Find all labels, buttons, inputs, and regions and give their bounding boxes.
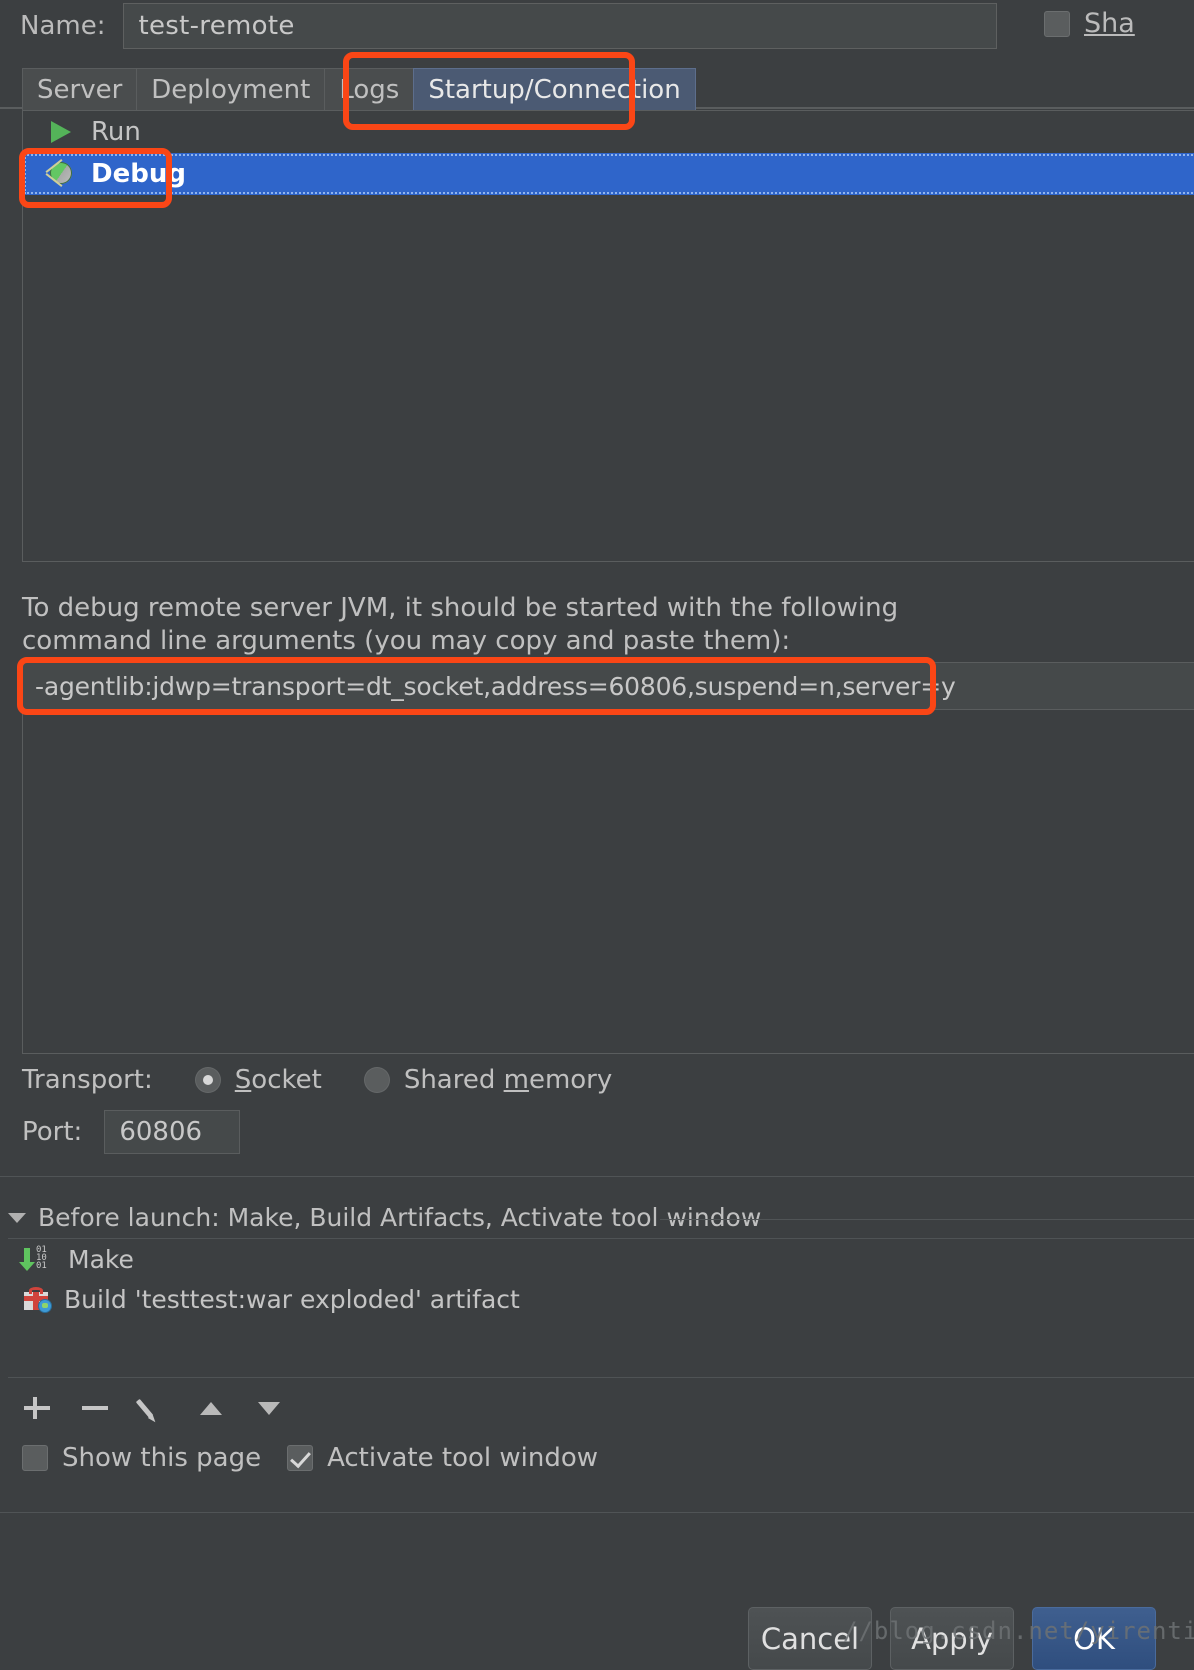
move-down-button[interactable] [240,1380,298,1436]
divider-before-launch [0,1176,1194,1177]
share-checkbox[interactable] [1044,10,1070,37]
name-row: Name: test-remote [0,0,1194,52]
remove-button[interactable] [66,1380,124,1436]
arrow-down-icon [254,1393,284,1423]
before-launch-list[interactable]: 01 10 01 Make Build 'testtest:war exploded… [8,1238,1194,1378]
tab-deployment[interactable]: Deployment [136,68,326,110]
radio-socket[interactable] [194,1067,221,1093]
transport-row: Transport: Socket Shared memory [22,1060,612,1100]
share-checkbox-row[interactable]: Sha [1044,8,1135,39]
debug-instructions: To debug remote server JVM, it should be… [22,592,1022,658]
before-launch-rule [660,1219,1194,1220]
add-button[interactable] [8,1380,66,1436]
command-line-text-area[interactable] [22,710,1194,1054]
list-item-debug[interactable]: Debug [23,153,1194,195]
bug-icon [47,160,77,188]
activate-tool-window-checkbox[interactable] [287,1445,314,1471]
minus-icon [80,1393,110,1423]
chevron-down-icon[interactable] [8,1212,26,1223]
list-item-label: Build 'testtest:war exploded' artifact [64,1284,520,1314]
command-line-arguments-field[interactable]: -agentlib:jdwp=transport=dt_socket,addre… [22,662,1194,710]
share-label: Sha [1084,8,1135,39]
move-up-button[interactable] [182,1380,240,1436]
tab-logs[interactable]: Logs [324,68,415,110]
activate-tool-window-label: Activate tool window [327,1443,599,1473]
before-launch-toolbar [8,1380,1194,1436]
list-item-label: Run [91,117,141,147]
bottom-options-row: Show this page Activate tool window [22,1443,598,1473]
radio-shared-memory-label: Shared memory [403,1065,613,1095]
port-input[interactable]: 60806 [104,1110,241,1154]
port-row: Port: 60806 [22,1110,241,1154]
watermark: //blog.csdn.net/yirentianran [843,1617,1194,1645]
radio-socket-label: Socket [234,1065,322,1095]
before-launch-header[interactable]: Before launch: Make, Build Artifacts, Ac… [8,1203,761,1232]
play-icon [47,118,77,146]
port-label: Port: [22,1117,83,1147]
before-launch-title: Before launch: Make, Build Artifacts, Ac… [38,1203,762,1232]
arrow-up-icon [196,1393,226,1423]
list-item-build-artifact[interactable]: Build 'testtest:war exploded' artifact [8,1279,1194,1319]
pencil-icon [135,1393,168,1423]
name-label: Name: [20,11,106,41]
list-item-run[interactable]: Run [23,111,1194,153]
tab-bar: Server Deployment Logs Startup/Connectio… [22,66,696,110]
make-icon: 01 10 01 [19,1246,56,1272]
name-input[interactable]: test-remote [123,3,998,49]
startup-connection-list[interactable]: Run Debug [22,110,1194,562]
edit-button[interactable] [124,1380,182,1436]
share-mnemonic: Sha [1084,8,1135,39]
show-this-page-label: Show this page [62,1443,262,1473]
list-item-make[interactable]: 01 10 01 Make [8,1239,1194,1279]
tab-startup-connection[interactable]: Startup/Connection [413,68,696,110]
artifact-icon [22,1286,52,1312]
divider-buttons [0,1512,1194,1513]
radio-shared-memory[interactable] [363,1067,390,1093]
plus-icon [22,1393,52,1423]
list-item-label: Debug [91,159,186,189]
instructions-line-2: command line arguments (you may copy and… [22,626,791,656]
transport-label: Transport: [22,1065,153,1095]
list-item-label: Make [68,1244,134,1274]
tab-server[interactable]: Server [22,68,138,110]
instructions-line-1: To debug remote server JVM, it should be… [22,593,899,623]
show-this-page-checkbox[interactable] [22,1445,48,1471]
